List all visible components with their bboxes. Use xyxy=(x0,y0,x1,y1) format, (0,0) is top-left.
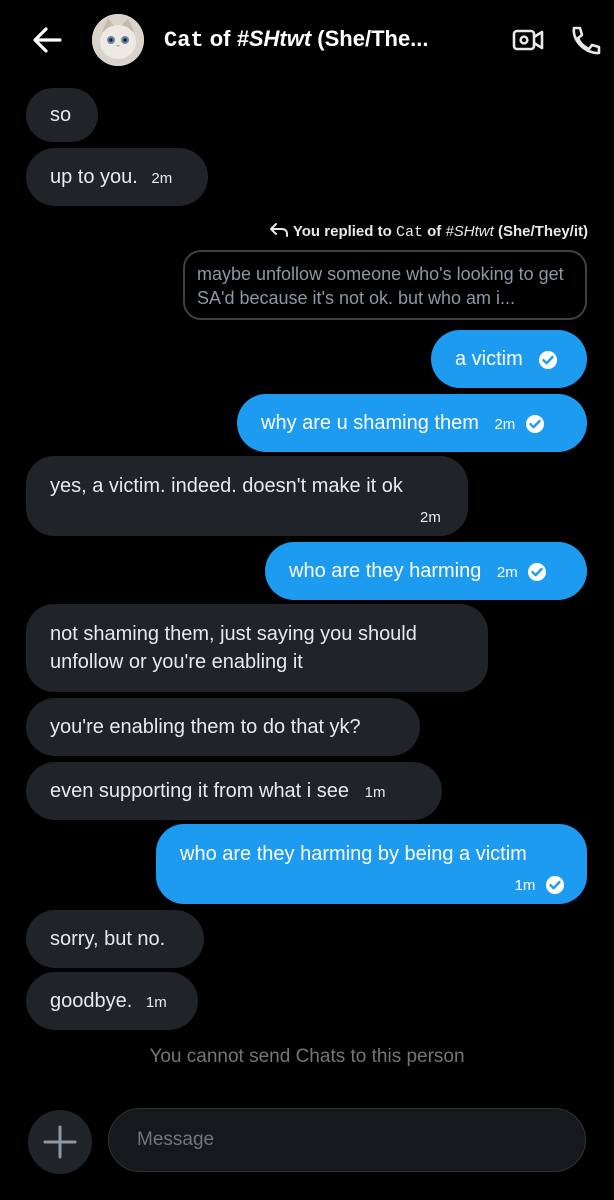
message-text: yes, a victim. indeed. doesn't make it o… xyxy=(50,475,403,497)
message-text: who are they harming xyxy=(289,560,482,582)
conversation-title[interactable]: Cat of #SHtwt (She/The... xyxy=(164,26,464,53)
message-text: why are u shaming them xyxy=(261,412,479,434)
quoted-message[interactable]: maybe unfollow someone who's looking to … xyxy=(183,250,587,320)
message-timestamp: 1m xyxy=(364,784,386,801)
message-sent[interactable]: who are they harming 2m xyxy=(265,542,587,600)
reply-name: Cat xyxy=(395,224,423,241)
message-composer[interactable] xyxy=(108,1108,586,1172)
message-received[interactable]: sorry, but no. xyxy=(26,910,204,968)
message-text: who are they harming by being a victim xyxy=(180,843,527,865)
message-received[interactable]: so xyxy=(26,88,98,142)
message-timestamp: 1m xyxy=(145,994,167,1011)
message-text: a victim xyxy=(455,348,523,370)
message-received[interactable]: up to you. 2m xyxy=(26,148,208,206)
reply-name: of xyxy=(422,223,446,240)
message-received[interactable]: even supporting it from what i see 1m xyxy=(26,762,442,820)
message-timestamp: 1m xyxy=(514,877,536,894)
message-received[interactable]: you're enabling them to do that yk? xyxy=(26,698,420,756)
cannot-send-notice: You cannot send Chats to this person xyxy=(149,1046,465,1067)
title-part: Cat xyxy=(164,28,204,53)
message-text: even supporting it from what i see xyxy=(50,780,350,802)
message-text: you're enabling them to do that yk? xyxy=(50,716,361,738)
read-check-icon xyxy=(539,350,558,369)
reply-name: (She/They/it) xyxy=(493,223,588,240)
phone-call-icon[interactable] xyxy=(564,22,604,58)
message-sent[interactable]: why are u shaming them 2m xyxy=(237,394,587,452)
message-meta: 1m xyxy=(515,870,565,900)
message-input[interactable] xyxy=(135,1128,559,1152)
add-attachment-button[interactable] xyxy=(28,1110,92,1174)
message-timestamp: 2m xyxy=(151,170,173,187)
title-part: (She/The... xyxy=(311,26,429,51)
reply-arrow-icon xyxy=(269,223,288,237)
message-received[interactable]: yes, a victim. indeed. doesn't make it o… xyxy=(26,456,468,536)
message-text: so xyxy=(50,104,72,126)
avatar[interactable] xyxy=(92,14,144,66)
title-part: of xyxy=(203,26,237,51)
back-arrow-icon[interactable] xyxy=(28,22,68,58)
reply-context-label: You replied to Cat of #SHtwt (She/They/i… xyxy=(269,222,588,241)
message-text: sorry, but no. xyxy=(50,928,166,950)
title-part: #SHtwt xyxy=(236,26,312,51)
message-text: not shaming them, just saying you should… xyxy=(50,623,417,673)
video-call-icon[interactable] xyxy=(508,22,548,58)
message-timestamp: 2m xyxy=(496,564,518,581)
read-check-icon xyxy=(546,875,564,894)
message-sent[interactable]: a victim xyxy=(431,330,587,388)
message-received[interactable]: goodbye. 1m xyxy=(26,972,198,1030)
message-sent[interactable]: who are they harming by being a victim 1… xyxy=(156,824,587,904)
message-timestamp: 2m xyxy=(420,509,441,526)
message-timestamp: 2m xyxy=(494,416,516,433)
reply-prefix: You replied to xyxy=(292,223,396,240)
chat-header: Cat of #SHtwt (She/The... xyxy=(0,0,614,82)
message-received[interactable]: not shaming them, just saying you should… xyxy=(26,604,488,692)
read-check-icon xyxy=(528,562,547,581)
plus-icon xyxy=(43,1125,77,1159)
reply-name: #SHtwt xyxy=(445,223,494,240)
read-check-icon xyxy=(525,414,544,433)
message-text: goodbye. xyxy=(50,990,133,1012)
message-text: up to you. xyxy=(50,166,138,188)
